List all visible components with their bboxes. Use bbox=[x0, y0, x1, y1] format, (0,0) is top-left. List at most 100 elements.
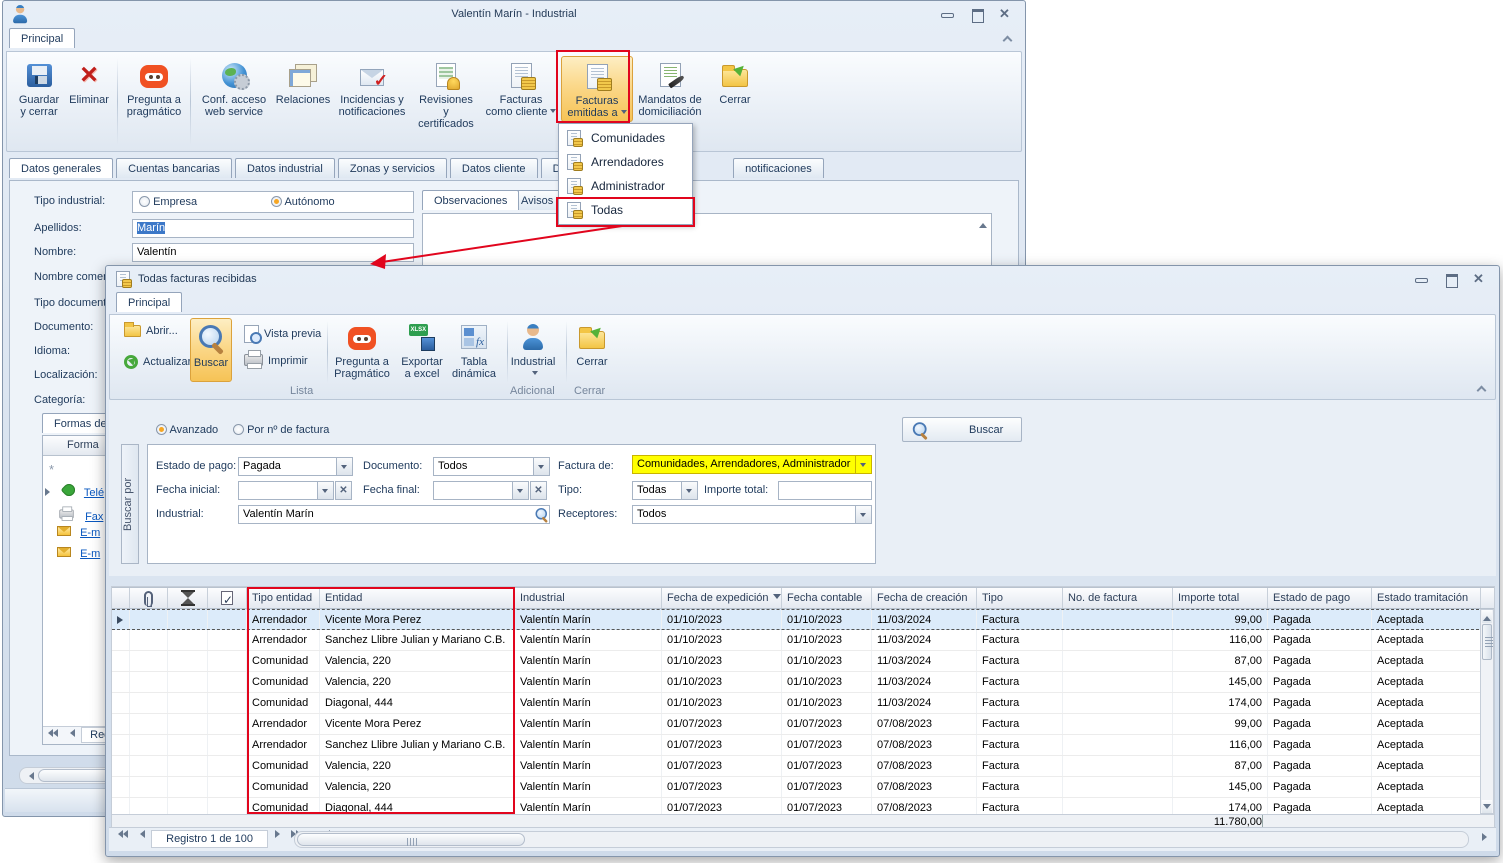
pregunta-pragmatico-button[interactable]: Pregunta a pragmático bbox=[122, 56, 186, 120]
collapse-ribbon-icon[interactable] bbox=[1477, 385, 1485, 393]
column-header[interactable]: Importe total bbox=[1173, 588, 1268, 608]
contact-row[interactable]: Telé bbox=[45, 484, 104, 499]
scroll-up-icon[interactable] bbox=[1482, 610, 1492, 623]
back-page-tab[interactable]: Datos generales bbox=[9, 158, 113, 178]
table-row[interactable]: ArrendadorSanchez Llibre Julian y Marian… bbox=[112, 630, 1494, 651]
menu-item[interactable]: Administrador bbox=[561, 174, 690, 198]
hscroll-right-icon[interactable] bbox=[1478, 831, 1494, 848]
column-header[interactable]: Entidad bbox=[320, 588, 515, 608]
importe-total-field[interactable] bbox=[778, 481, 872, 500]
factura-de-select[interactable]: Comunidades, Arrendadores, Administrador bbox=[632, 455, 872, 474]
scroll-down-icon[interactable] bbox=[1482, 800, 1492, 813]
menu-item[interactable]: Todas bbox=[561, 198, 690, 222]
contact-row[interactable]: Fax bbox=[57, 505, 103, 523]
documento-select[interactable]: Todos bbox=[433, 457, 550, 476]
column-header[interactable]: Fecha contable bbox=[782, 588, 872, 608]
guardar-cerrar-button[interactable]: Guardar y cerrar bbox=[13, 56, 65, 120]
receptores-select[interactable]: Todos bbox=[632, 505, 872, 524]
back-page-tab[interactable]: Cuentas bancarias bbox=[116, 158, 232, 178]
column-header[interactable]: Tipo entidad bbox=[247, 588, 320, 608]
back-page-tab[interactable]: Zonas y servicios bbox=[338, 158, 447, 178]
contact-fax-link[interactable]: Fax bbox=[85, 511, 103, 523]
buscar-ribbon-button[interactable]: Buscar bbox=[190, 318, 232, 382]
contact-row[interactable]: E-m bbox=[57, 526, 100, 539]
abrir-button[interactable]: Abrir... bbox=[118, 323, 184, 339]
actualizar-button[interactable]: Actualizar bbox=[118, 353, 197, 371]
record-next-button[interactable] bbox=[271, 828, 287, 845]
expand-icon[interactable] bbox=[45, 488, 54, 496]
pending-column-header[interactable] bbox=[168, 588, 208, 608]
front-hscrollbar[interactable] bbox=[294, 831, 1469, 848]
column-header-sorted[interactable]: Fecha de expedición bbox=[662, 588, 782, 608]
vista-previa-button[interactable]: Vista previa bbox=[238, 323, 327, 345]
table-vscrollbar[interactable] bbox=[1480, 609, 1494, 814]
radio-empresa[interactable]: Empresa bbox=[139, 196, 197, 208]
radio-autonomo[interactable]: Autónomo bbox=[271, 196, 335, 208]
nav-prev-button[interactable] bbox=[62, 727, 78, 744]
back-titlebar[interactable]: Valentín Marín - Industrial ✕ bbox=[3, 1, 1025, 28]
radio-por-numero[interactable]: Por nº de factura bbox=[233, 424, 329, 436]
industrial-field[interactable]: Valentín Marín bbox=[238, 505, 550, 524]
column-header[interactable]: Industrial bbox=[515, 588, 662, 608]
search-icon[interactable] bbox=[534, 507, 549, 522]
close-button[interactable]: ✕ bbox=[1473, 273, 1489, 285]
back-page-tab[interactable]: notificaciones bbox=[733, 158, 824, 178]
facturas-emitidas-button[interactable]: Facturas emitidas a bbox=[561, 56, 633, 122]
mandatos-button[interactable]: Mandatos de domiciliación bbox=[633, 56, 707, 120]
fecha-final-clear-button[interactable]: ✕ bbox=[530, 481, 547, 500]
tabla-dinamica-button[interactable]: Tabla dinámica bbox=[448, 318, 500, 382]
radio-avanzado[interactable]: Avanzado bbox=[156, 424, 218, 436]
conf-acceso-button[interactable]: Conf. acceso web service bbox=[195, 56, 273, 120]
back-page-tab[interactable]: Datos cliente bbox=[450, 158, 538, 178]
column-header[interactable]: Tipo bbox=[977, 588, 1063, 608]
facturas-cliente-button[interactable]: Facturas como cliente bbox=[481, 56, 561, 120]
record-first-button[interactable] bbox=[113, 828, 129, 845]
menu-item[interactable]: Comunidades bbox=[561, 126, 690, 150]
close-button[interactable]: ✕ bbox=[999, 8, 1015, 20]
cerrar-button[interactable]: Cerrar bbox=[707, 56, 763, 108]
contact-row[interactable]: E-m bbox=[57, 547, 100, 560]
column-header[interactable]: Estado tramitación bbox=[1372, 588, 1481, 608]
column-header[interactable]: No. de factura bbox=[1063, 588, 1173, 608]
collapse-ribbon-icon[interactable] bbox=[1003, 35, 1011, 43]
fecha-final-select[interactable] bbox=[433, 481, 529, 500]
cerrar-ribbon-button[interactable]: Cerrar bbox=[568, 318, 616, 370]
table-row[interactable]: ComunidadValencia, 220Valentín Marín 01/… bbox=[112, 672, 1494, 693]
contact-email-link[interactable]: E-m bbox=[80, 527, 100, 539]
buscar-button[interactable]: Buscar bbox=[902, 417, 1022, 442]
minimize-button[interactable] bbox=[1413, 273, 1429, 285]
menu-item[interactable]: Arrendadores bbox=[561, 150, 690, 174]
minimize-button[interactable] bbox=[939, 8, 955, 20]
nav-first-button[interactable] bbox=[43, 727, 59, 744]
front-titlebar[interactable]: Todas facturas recibidas ✕ bbox=[106, 266, 1499, 292]
apellidos-field[interactable]: Marín bbox=[132, 219, 414, 238]
table-row[interactable]: ComunidadValencia, 220Valentín Marín 01/… bbox=[112, 651, 1494, 672]
back-tab-principal[interactable]: Principal bbox=[9, 28, 75, 48]
forma-column-header[interactable]: Forma bbox=[67, 439, 99, 451]
record-prev-button[interactable] bbox=[132, 828, 148, 845]
exportar-excel-button[interactable]: Exportar a excel bbox=[396, 318, 448, 382]
front-tab-principal[interactable]: Principal bbox=[116, 292, 182, 312]
contact-email-link[interactable]: E-m bbox=[80, 548, 100, 560]
fecha-inicial-clear-button[interactable]: ✕ bbox=[335, 481, 352, 500]
table-row[interactable]: ArrendadorVicente Mora PerezValentín Mar… bbox=[112, 714, 1494, 735]
pregunta-pragmatico-button[interactable]: Pregunta a Pragmático bbox=[330, 318, 394, 382]
column-header[interactable]: Fecha de creación bbox=[872, 588, 977, 608]
fecha-inicial-select[interactable] bbox=[238, 481, 334, 500]
contact-telefono-link[interactable]: Telé bbox=[84, 487, 104, 499]
table-row[interactable]: ComunidadValencia, 220Valentín Marín 01/… bbox=[112, 756, 1494, 777]
column-header[interactable]: Estado de pago bbox=[1268, 588, 1372, 608]
eliminar-button[interactable]: Eliminar bbox=[65, 56, 113, 108]
imprimir-button[interactable]: Imprimir bbox=[238, 353, 314, 369]
table-row[interactable]: ComunidadDiagonal, 444Valentín Marín 01/… bbox=[112, 693, 1494, 714]
table-row[interactable]: ArrendadorSanchez Llibre Julian y Marian… bbox=[112, 735, 1494, 756]
relaciones-button[interactable]: Relaciones bbox=[273, 56, 333, 108]
incidencias-button[interactable]: Incidencias y notificaciones bbox=[333, 56, 411, 120]
revisiones-button[interactable]: Revisiones y certificados bbox=[411, 56, 481, 132]
buscar-por-side-tab[interactable]: Buscar por bbox=[121, 444, 139, 564]
table-row[interactable]: ArrendadorVicente Mora PerezValentín Mar… bbox=[112, 609, 1494, 630]
tab-observaciones[interactable]: Observaciones bbox=[422, 190, 519, 210]
nombre-field[interactable]: Valentín bbox=[132, 243, 414, 262]
table-row[interactable]: ComunidadDiagonal, 444Valentín Marín 01/… bbox=[112, 798, 1494, 814]
check-column-header[interactable] bbox=[208, 588, 247, 608]
